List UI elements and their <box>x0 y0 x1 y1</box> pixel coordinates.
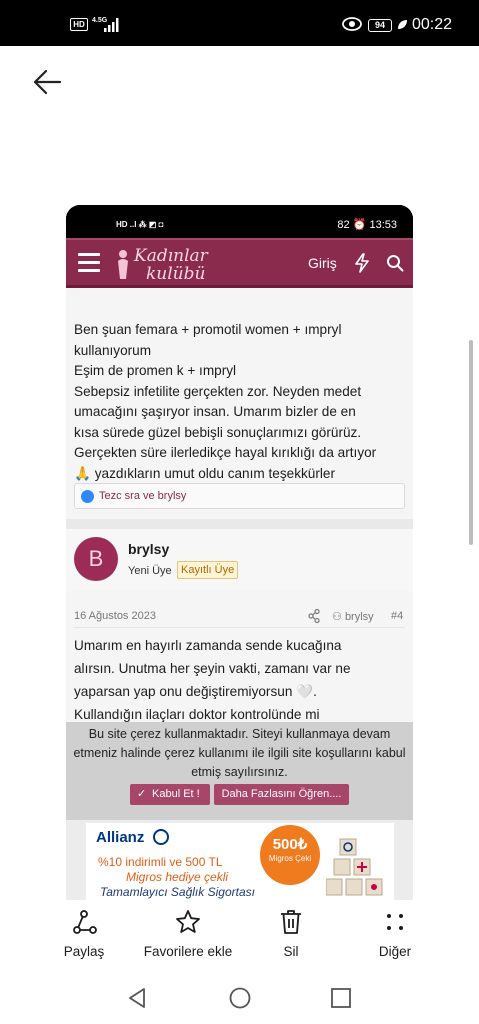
ad-circle-sub: Migros Çeki <box>268 854 312 863</box>
learn-more-button[interactable]: Daha Fazlasını Öğren.... <box>214 784 349 805</box>
user-title: Yeni Üye <box>128 565 172 577</box>
cookie-message: Bu site çerez kullanmaktadır. Siteyi kul… <box>73 727 406 779</box>
delete-button[interactable]: Sil <box>251 900 331 966</box>
clock: 00:22 <box>412 16 453 33</box>
more-label: Diğer <box>378 944 412 959</box>
accept-cookies-button[interactable]: ✓ Kabul Et ! <box>130 784 210 805</box>
inner-status-bar: HD ..l ⁂ ◩ ◘ 82 ⏰ 13:53 <box>66 205 413 238</box>
share-button[interactable]: Paylaş <box>34 900 134 966</box>
logo-line1: Kadınlar <box>134 246 208 266</box>
site-logo[interactable]: Kadınlar kulübü <box>116 245 216 285</box>
pray-emoji-icon: 🙏 <box>74 465 91 481</box>
site-header: Kadınlar kulübü Giriş <box>66 238 413 288</box>
more-icon <box>387 914 403 930</box>
reactions-bar[interactable]: Tezc sra ve brylsy <box>74 483 405 509</box>
favorite-label: Favorilere ekle <box>143 944 233 959</box>
recents-icon[interactable] <box>329 986 353 1010</box>
leaf-icon <box>398 20 407 29</box>
ad-line3: Tamamlayıcı Sağlık Sigortası <box>100 885 255 899</box>
star-icon <box>176 910 200 933</box>
screenshot-preview: HD ..l ⁂ ◩ ◘ 82 ⏰ 13:53 Kadınlar kulübü … <box>66 205 413 900</box>
search-icon[interactable] <box>386 254 404 272</box>
ad-line2: Migros hediye çekli <box>126 870 229 884</box>
status-bar: HD 4.5G 94 00:22 <box>0 0 479 46</box>
share-icon[interactable] <box>308 609 320 623</box>
post-line: Ben şuan femara + promotil women + ımpry… <box>74 322 342 337</box>
post-line: alırsın. Unutma her şeyin vakti, zamanı … <box>74 661 351 676</box>
bolt-icon[interactable] <box>353 253 371 273</box>
scrollbar[interactable] <box>469 340 473 545</box>
share-label: Paylaş <box>63 944 105 959</box>
logo-mark-icon <box>118 250 128 279</box>
ad-banner[interactable]: Allianz %10 indirimli ve 500 TL Migros h… <box>86 823 394 900</box>
post-line: Eşim de promen k + ımpryl <box>74 363 237 378</box>
allianz-logo-icon <box>153 829 169 845</box>
post-divider <box>66 519 413 529</box>
user-icon: ⚇ <box>332 611 342 623</box>
accept-label: Kabul Et ! <box>152 788 200 800</box>
navigation-bar <box>0 966 479 1024</box>
like-icon <box>81 490 94 503</box>
post-line: umacağını şaşıryor insan. Umarım bizler … <box>74 404 356 419</box>
post-number[interactable]: #4 <box>391 610 403 622</box>
delete-label: Sil <box>283 944 299 959</box>
post-author-link[interactable]: ⚇ brylsy <box>332 610 374 623</box>
eye-icon <box>342 17 362 31</box>
more-button[interactable]: Diğer <box>355 900 435 966</box>
user-block: B brylsy Yeni Üye Kayıtlı Üye <box>66 529 413 591</box>
post-date[interactable]: 16 Ağustos 2023 <box>74 610 156 622</box>
signal-icon <box>104 18 119 32</box>
user-badge: Kayıtlı Üye <box>177 561 239 579</box>
cookie-banner: Bu site çerez kullanmaktadır. Siteyi kul… <box>66 722 413 820</box>
post-line: yazdıkların umut oldu canım teşekkürler <box>94 465 335 481</box>
home-icon[interactable] <box>228 986 252 1010</box>
health-blocks-icon <box>326 838 383 896</box>
ad-brand: Allianz <box>96 829 145 846</box>
post-line: Umarım en hayırlı zamanda sende kucağına <box>74 638 342 653</box>
share-icon <box>73 910 97 934</box>
post-line: Sebepsiz infetilite gerçekten zor. Neyde… <box>74 383 362 399</box>
reactions-text[interactable]: Tezc sra ve brylsy <box>99 490 186 502</box>
avatar[interactable]: B <box>74 537 118 581</box>
check-icon: ✓ <box>137 788 147 800</box>
ad-offer-badge: 500₺ Migros Çeki <box>260 825 320 885</box>
menu-icon[interactable] <box>78 253 100 273</box>
post-body: Ben şuan femara + promotil women + ımpry… <box>74 288 404 484</box>
forum-content: ... Ben şuan femara + promotil women + ı… <box>66 288 413 900</box>
action-bar: Paylaş Favorilere ekle Sil Diğer <box>0 900 479 966</box>
ad-line1: %10 indirimli ve 500 TL <box>98 855 223 869</box>
back-arrow-icon[interactable] <box>30 66 66 98</box>
post-line: yaparsan yap onu değiştiremiyorsun 🤍. <box>74 684 317 699</box>
inner-status-right: 82 ⏰ 13:53 <box>337 219 397 231</box>
post-author: brylsy <box>344 611 374 623</box>
post-line: kısa sürede güzel bebişli sonuçlarımızı … <box>74 424 362 440</box>
battery-indicator: 94 <box>368 19 392 32</box>
ad-amount: 500₺ <box>272 836 308 853</box>
login-link[interactable]: Giriş <box>308 255 337 271</box>
add-favorite-button[interactable]: Favorilere ekle <box>133 900 243 966</box>
post-line-with-emoji: 🙏 yazdıkların umut oldu canım teşekkürle… <box>74 464 404 485</box>
hd-indicator: HD <box>70 18 88 31</box>
post-line: Gerçekten süre ilerledikçe hayal kırıklı… <box>74 445 377 460</box>
trash-icon <box>281 910 301 934</box>
inner-status-left: HD ..l ⁂ ◩ ◘ <box>116 220 164 229</box>
username[interactable]: brylsy <box>128 541 169 557</box>
advertisement: Allianz %10 indirimli ve 500 TL Migros h… <box>66 820 413 900</box>
logo-line2: kulübü <box>146 264 206 284</box>
back-icon[interactable] <box>125 986 149 1010</box>
post-line: kullanıyorum <box>74 342 152 358</box>
post-meta: 16 Ağustos 2023 ⚇ brylsy #4 <box>74 608 405 628</box>
post-body: Umarım en hayırlı zamanda sende kucağına… <box>74 634 402 726</box>
